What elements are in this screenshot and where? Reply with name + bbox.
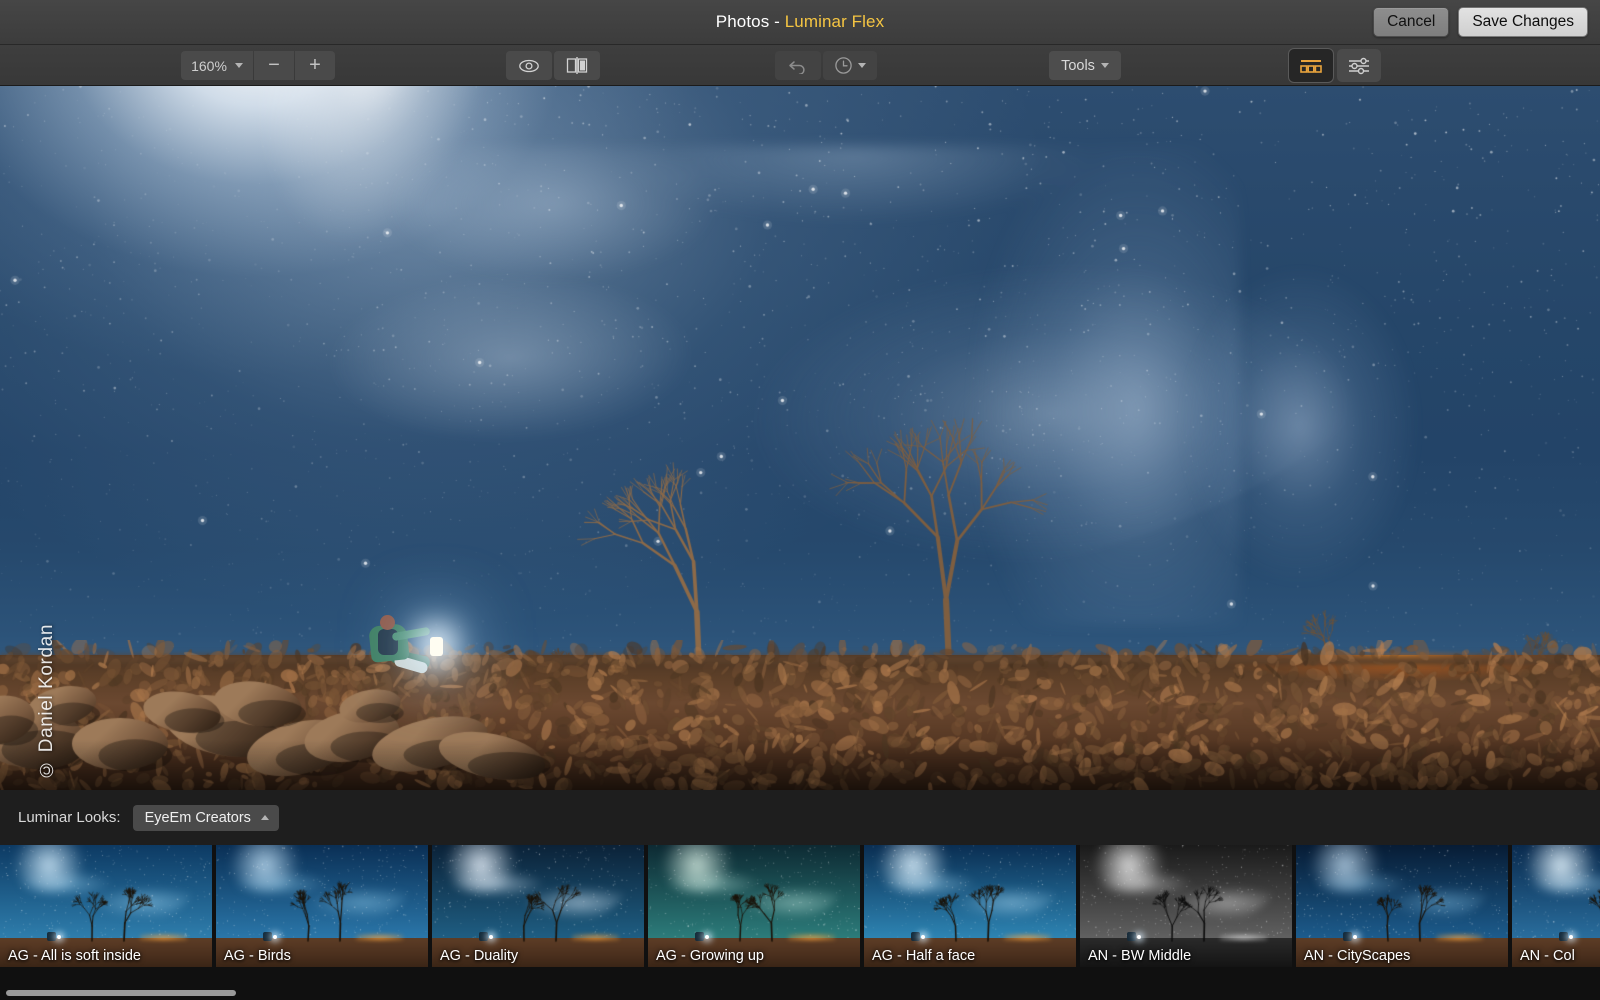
page-title: Photos - Luminar Flex bbox=[716, 12, 884, 32]
chevron-up-icon bbox=[260, 815, 269, 820]
zoom-level-dropdown[interactable]: 160% bbox=[181, 51, 253, 80]
chevron-down-icon bbox=[234, 63, 243, 68]
looks-thumbnail-label: AG - Growing up bbox=[656, 948, 764, 964]
edit-panel-toggle[interactable] bbox=[1337, 49, 1381, 82]
looks-collection-dropdown[interactable]: EyeEm Creators bbox=[132, 804, 279, 831]
photo-canvas[interactable]: © Daniel Kordan bbox=[0, 86, 1600, 790]
filmstrip-scrollbar-track[interactable] bbox=[0, 987, 1600, 1000]
looks-thumbnail-label: AN - CityScapes bbox=[1304, 948, 1411, 964]
looks-thumbnail-list: AG - All is soft inside AG - Birds AG - Du… bbox=[0, 845, 1600, 967]
person-head bbox=[380, 615, 395, 630]
looks-thumbnail[interactable]: AG - Birds bbox=[216, 845, 428, 967]
looks-thumbnail[interactable]: AG - Growing up bbox=[648, 845, 860, 967]
before-after-split-icon bbox=[566, 57, 588, 74]
looks-thumbnail[interactable]: AN - CityScapes bbox=[1296, 845, 1508, 967]
looks-filmstrip[interactable]: AG - All is soft inside AG - Birds AG - Du… bbox=[0, 845, 1600, 1000]
thumbnail-figure bbox=[694, 932, 704, 942]
looks-thumbnail-label: AG - Duality bbox=[440, 948, 519, 964]
luminar-looks-bar: Luminar Looks: EyeEm Creators bbox=[0, 790, 1600, 845]
view-mode-controls bbox=[506, 51, 600, 80]
adjustment-sliders-icon bbox=[1349, 57, 1369, 74]
zoom-in-button[interactable]: + bbox=[295, 51, 335, 80]
chevron-down-icon bbox=[1100, 63, 1109, 68]
save-changes-button[interactable]: Save Changes bbox=[1458, 7, 1588, 37]
cancel-button[interactable]: Cancel bbox=[1373, 7, 1450, 37]
title-bar-actions: Cancel Save Changes bbox=[1373, 7, 1588, 37]
looks-thumbnail[interactable]: AG - Half a face bbox=[864, 845, 1076, 967]
looks-thumbnail-label: AN - BW Middle bbox=[1088, 948, 1192, 964]
luminar-looks-label: Luminar Looks: bbox=[18, 809, 121, 826]
looks-thumbnail[interactable]: AG - Duality bbox=[432, 845, 644, 967]
looks-thumbnail-label: AG - Birds bbox=[224, 948, 291, 964]
thumbnail-figure bbox=[46, 932, 56, 942]
preview-toggle-button[interactable] bbox=[506, 51, 552, 80]
looks-thumbnail[interactable]: AN - BW Middle bbox=[1080, 845, 1292, 967]
thumbnail-figure bbox=[262, 932, 272, 942]
history-controls bbox=[775, 51, 877, 80]
thumbnail-figure bbox=[1558, 932, 1568, 942]
thumbnail-figure bbox=[1126, 932, 1136, 942]
rocky-terrain bbox=[0, 640, 1600, 790]
looks-thumbnail[interactable]: AG - All is soft inside bbox=[0, 845, 212, 967]
person-with-lantern bbox=[360, 613, 444, 685]
clock-history-icon bbox=[835, 57, 852, 74]
eye-icon bbox=[519, 59, 539, 72]
looks-presets-icon bbox=[1300, 59, 1322, 73]
title-app-name: Luminar Flex bbox=[784, 12, 885, 31]
looks-collection-value: EyeEm Creators bbox=[144, 809, 251, 826]
history-dropdown-button[interactable] bbox=[823, 51, 877, 80]
thumbnail-figure bbox=[1342, 932, 1352, 942]
window-title-bar: Photos - Luminar Flex Cancel Save Change… bbox=[0, 0, 1600, 45]
chevron-down-icon bbox=[858, 63, 866, 68]
looks-thumbnail-label: AG - All is soft inside bbox=[8, 948, 141, 964]
title-prefix: Photos - bbox=[715, 12, 785, 31]
zoom-level-value: 160% bbox=[191, 57, 227, 74]
zoom-controls: 160% − + bbox=[181, 51, 335, 80]
tools-dropdown-button[interactable]: Tools bbox=[1049, 51, 1121, 80]
filmstrip-scrollbar-thumb[interactable] bbox=[6, 990, 236, 996]
panel-toggle-group bbox=[1289, 49, 1381, 82]
looks-panel-toggle[interactable] bbox=[1289, 49, 1333, 82]
thumbnail-figure bbox=[478, 932, 488, 942]
compare-split-button[interactable] bbox=[554, 51, 600, 80]
zoom-out-button[interactable]: − bbox=[254, 51, 294, 80]
tools-label: Tools bbox=[1061, 57, 1095, 74]
undo-arrow-icon bbox=[789, 60, 805, 74]
looks-thumbnail-label: AG - Half a face bbox=[872, 948, 976, 964]
looks-thumbnail-label: AN - Col bbox=[1520, 948, 1575, 964]
lantern-light bbox=[430, 637, 443, 656]
undo-button[interactable] bbox=[775, 51, 821, 80]
thumbnail-figure bbox=[910, 932, 920, 942]
editor-toolbar: 160% − + Tools bbox=[0, 45, 1600, 86]
looks-thumbnail[interactable]: AN - Col bbox=[1512, 845, 1600, 967]
